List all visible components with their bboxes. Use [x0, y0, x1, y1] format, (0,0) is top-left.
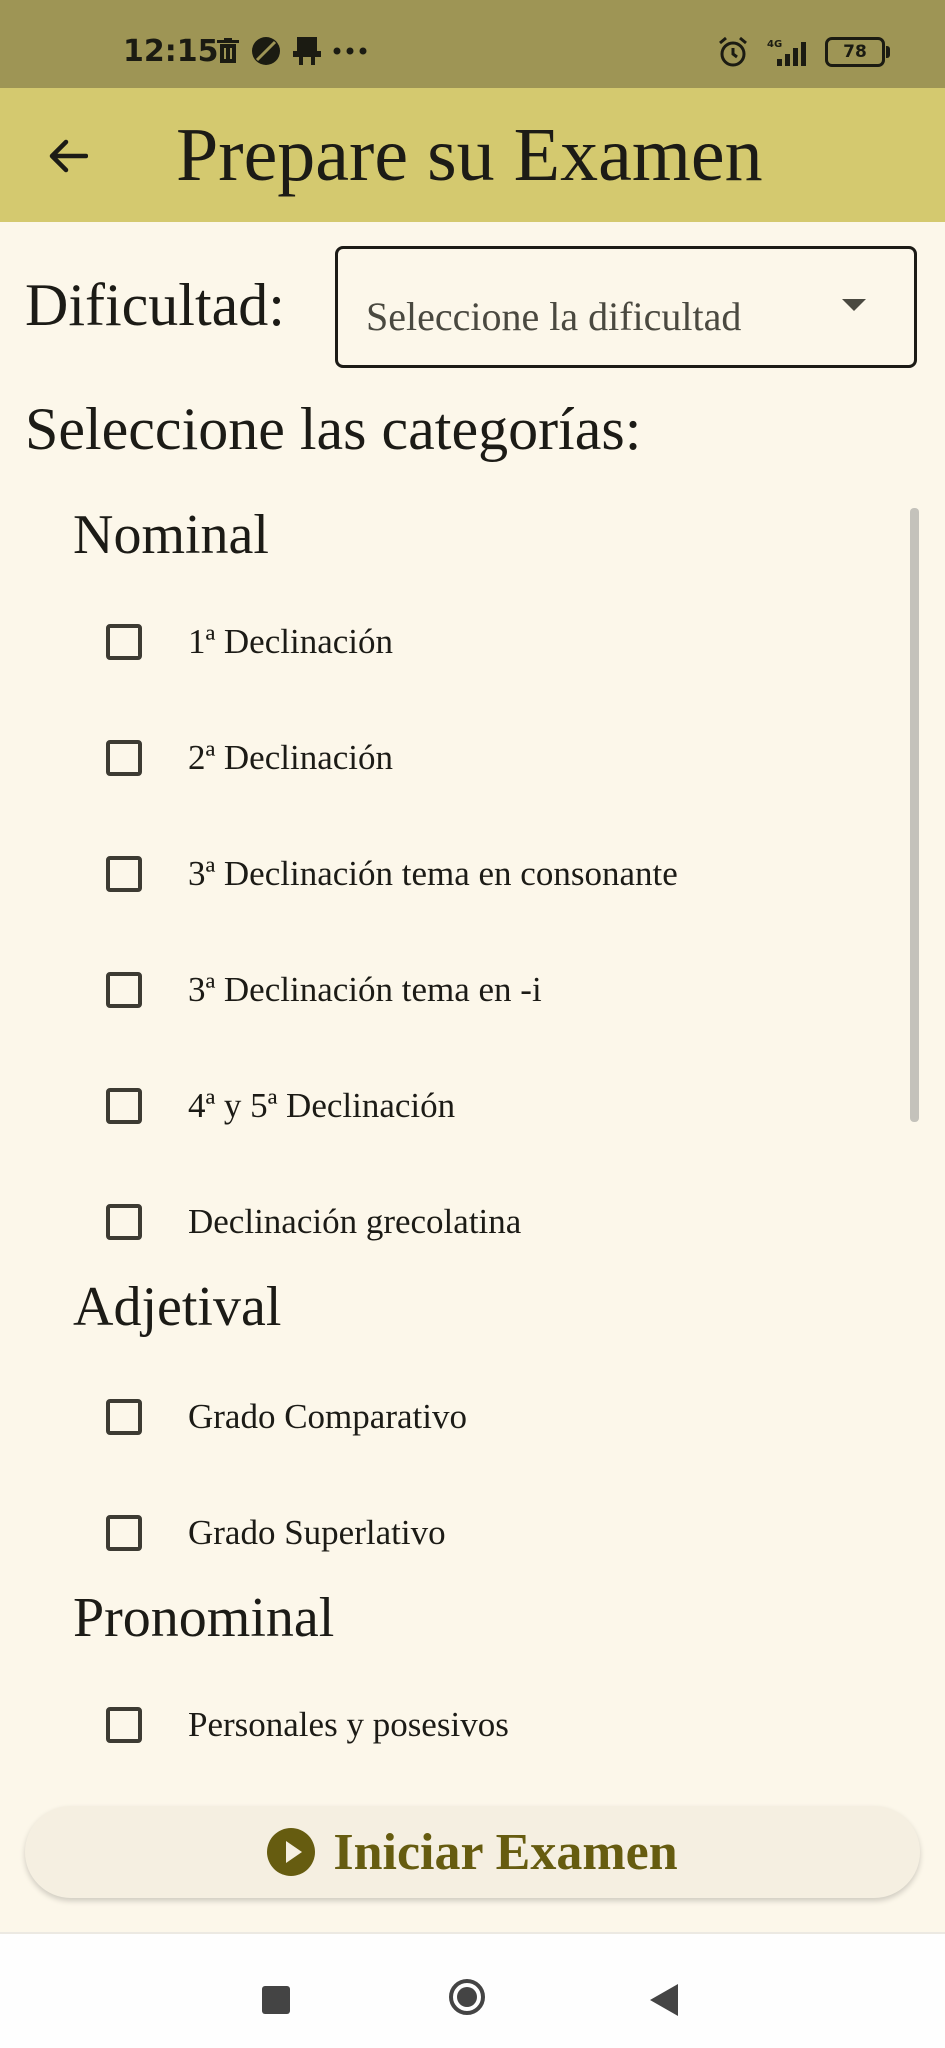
- checkbox[interactable]: [106, 1088, 142, 1124]
- status-bar: 12:15 4G 78: [0, 0, 945, 88]
- checkbox-item[interactable]: Declinación grecolatina: [106, 1182, 866, 1262]
- delete-icon: [217, 38, 239, 63]
- checkbox-label: 3ª Declinación tema en -i: [188, 970, 542, 1009]
- battery-icon: 78: [825, 37, 890, 67]
- scrollbar[interactable]: [910, 508, 919, 1122]
- leaf-icon: [252, 37, 280, 65]
- group-title-pronominal: Pronominal: [73, 1587, 335, 1649]
- system-icons: 4G 78: [717, 36, 890, 68]
- start-exam-button[interactable]: Iniciar Examen: [25, 1806, 920, 1898]
- checkbox-item[interactable]: Grado Superlativo: [106, 1493, 866, 1573]
- checkbox-item[interactable]: Grado Comparativo: [106, 1377, 866, 1457]
- group-title-nominal: Nominal: [73, 504, 269, 566]
- system-nav-bar: [0, 1934, 945, 2048]
- checkbox-label: 4ª y 5ª Declinación: [188, 1086, 456, 1125]
- checkbox[interactable]: [106, 972, 142, 1008]
- network-type: 4G: [767, 39, 782, 50]
- checkbox-item[interactable]: 3ª Declinación tema en consonante: [106, 834, 866, 914]
- checkbox[interactable]: [106, 740, 142, 776]
- checkbox-label: Personales y posesivos: [188, 1705, 509, 1744]
- page-title: Prepare su Examen: [176, 113, 763, 197]
- group-title-adjetival: Adjetival: [73, 1276, 282, 1338]
- checkbox[interactable]: [106, 1707, 142, 1743]
- checkbox-label: Declinación grecolatina: [188, 1202, 522, 1241]
- checkbox-item[interactable]: 4ª y 5ª Declinación: [106, 1066, 866, 1146]
- checkbox[interactable]: [106, 624, 142, 660]
- dropdown-arrow-icon: [842, 299, 866, 311]
- checkbox[interactable]: [106, 1399, 142, 1435]
- checkbox[interactable]: [106, 1204, 142, 1240]
- nav-back-icon[interactable]: [650, 1984, 678, 2016]
- checkbox[interactable]: [106, 856, 142, 892]
- checkbox-label: 1ª Declinación: [188, 622, 393, 661]
- checkbox[interactable]: [106, 1515, 142, 1551]
- play-circle-icon: [267, 1828, 316, 1876]
- status-time: 12:15: [123, 34, 219, 69]
- difficulty-label: Dificultad:: [25, 272, 285, 338]
- home-icon[interactable]: [449, 1979, 485, 2015]
- arrow-back-icon: [49, 139, 88, 173]
- printer-icon: [293, 37, 321, 65]
- checkbox-label: 3ª Declinación tema en consonante: [188, 854, 678, 893]
- difficulty-dropdown[interactable]: Seleccione la dificultad: [335, 246, 917, 368]
- checkbox-label: 2ª Declinación: [188, 738, 393, 777]
- start-exam-label: Iniciar Examen: [333, 1823, 678, 1881]
- checkbox-item[interactable]: 3ª Declinación tema en -i: [106, 950, 866, 1030]
- battery-level: 78: [843, 42, 867, 62]
- notification-icons: [217, 36, 367, 66]
- signal-icon: 4G: [767, 39, 806, 66]
- app-bar: Prepare su Examen: [0, 88, 945, 222]
- more-icon: [333, 47, 367, 55]
- difficulty-placeholder: Seleccione la dificultad: [366, 294, 742, 339]
- checkbox-label: Grado Superlativo: [188, 1513, 446, 1552]
- checkbox-label: Grado Comparativo: [188, 1397, 467, 1436]
- checkbox-item[interactable]: 2ª Declinación: [106, 718, 866, 798]
- recents-icon[interactable]: [262, 1986, 290, 2014]
- checkbox-item[interactable]: 1ª Declinación: [106, 602, 866, 682]
- checkbox-item[interactable]: Personales y posesivos: [106, 1685, 866, 1765]
- back-button[interactable]: [40, 128, 96, 184]
- alarm-icon: [719, 36, 747, 67]
- categories-title: Seleccione las categorías:: [25, 396, 642, 462]
